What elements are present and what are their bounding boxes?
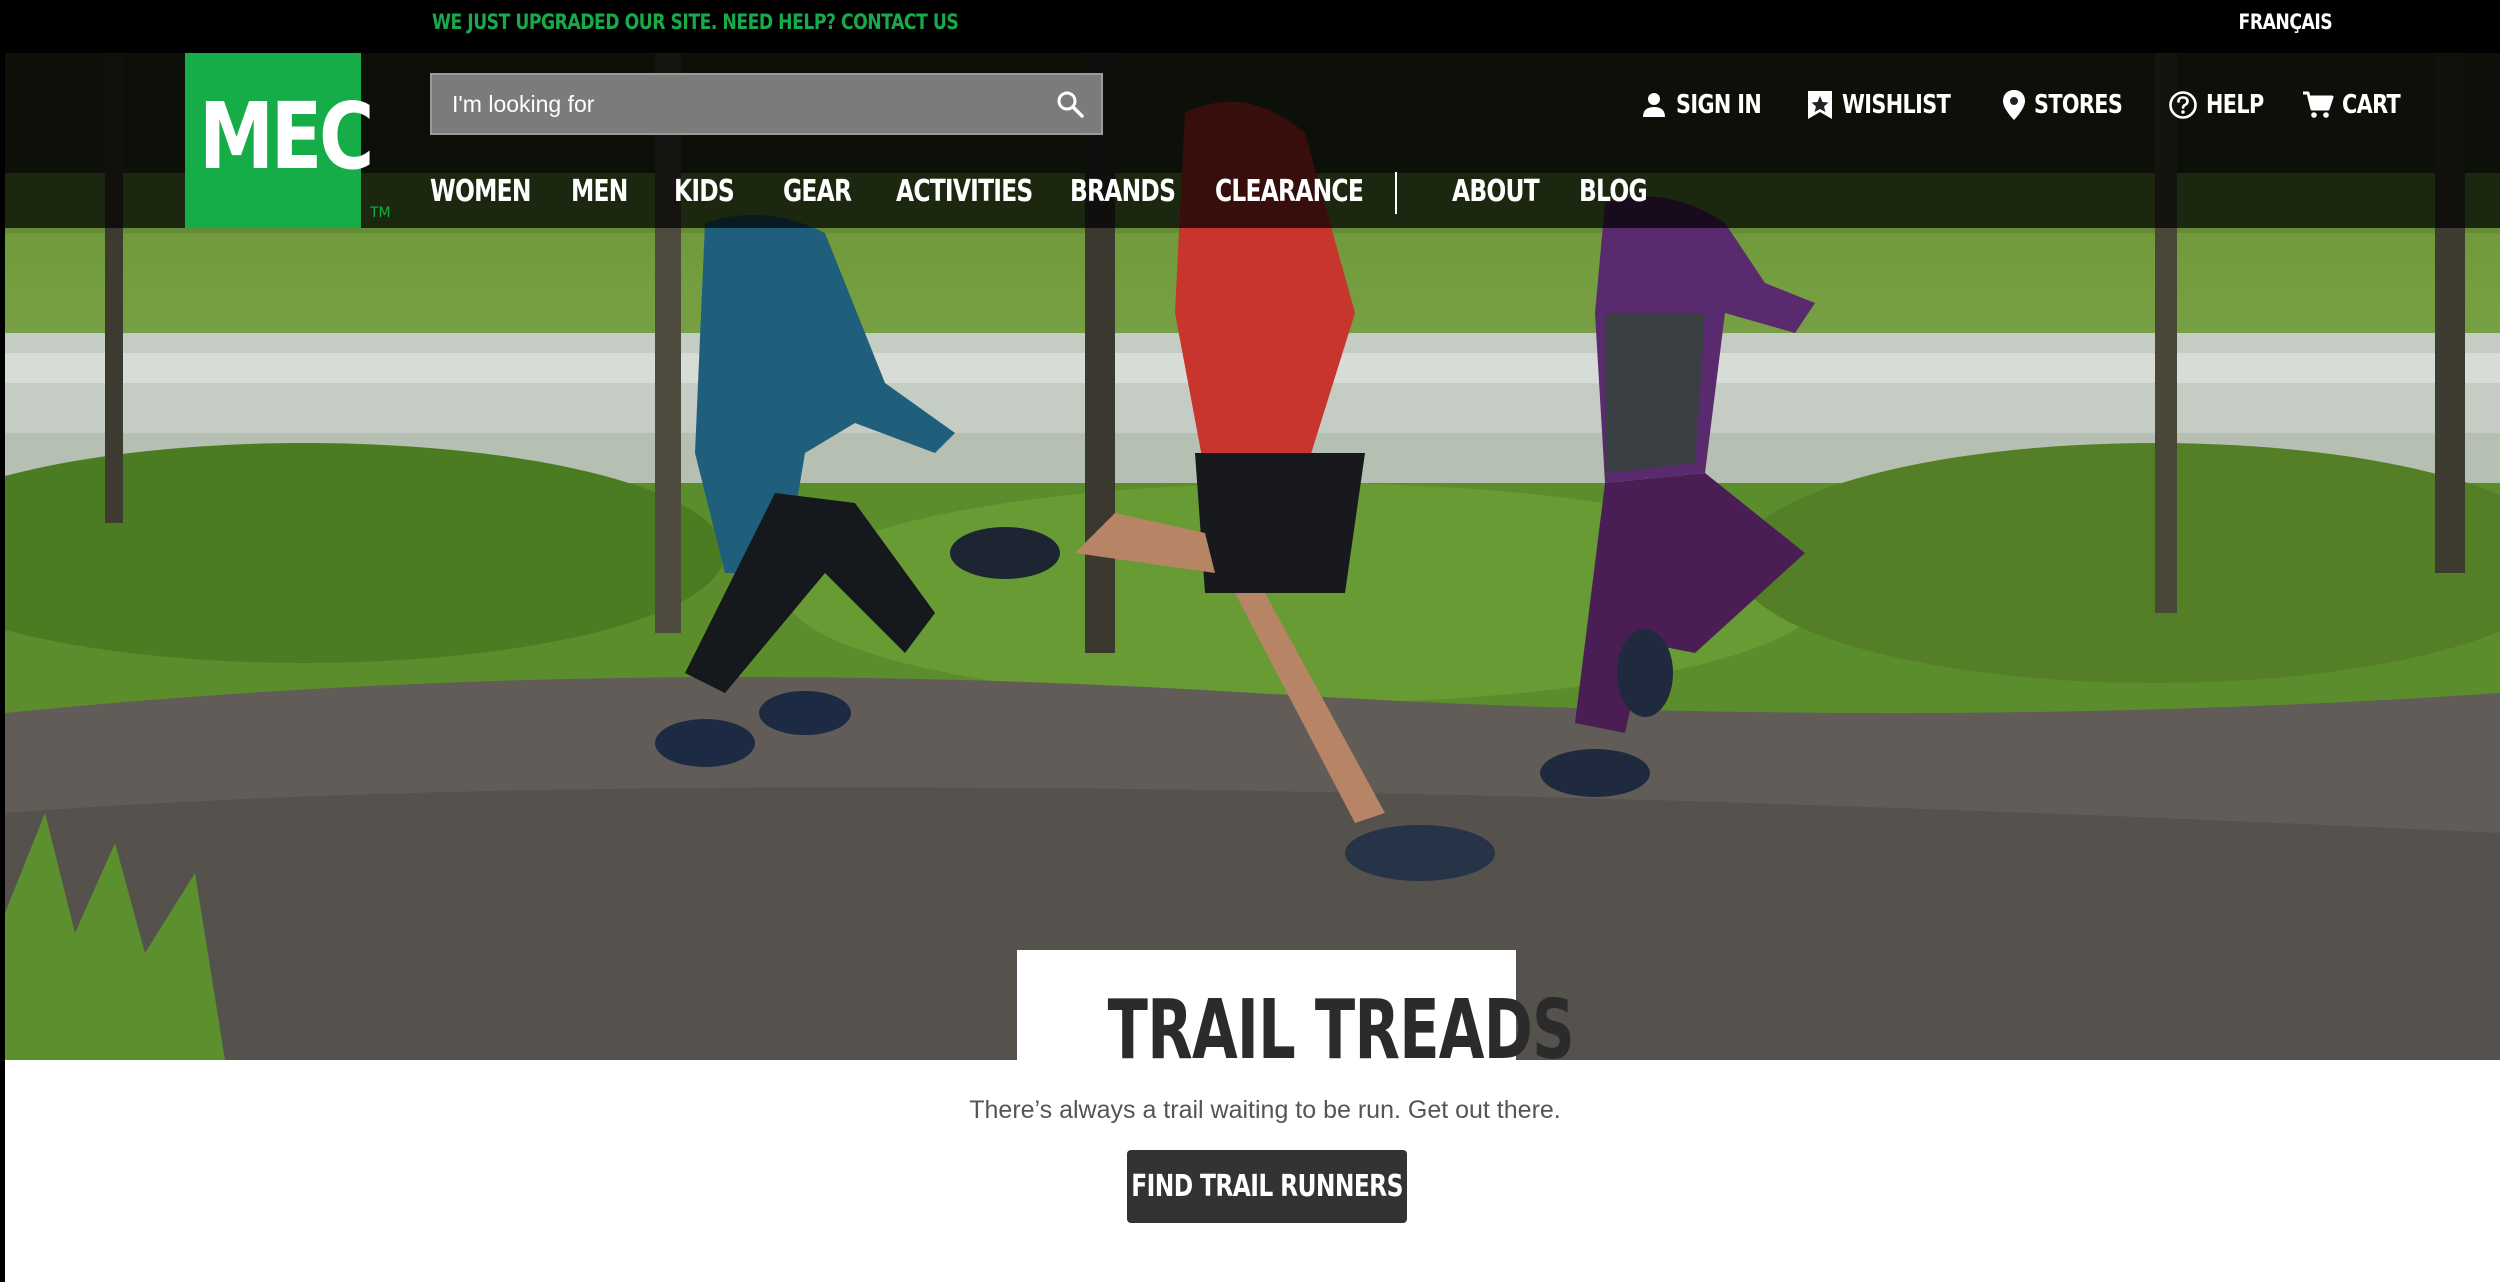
nav-women[interactable]: WOMEN [430,174,531,209]
promo-title-wrap: TRAIL TREADS [1017,990,1575,1072]
search-icon [1057,91,1084,118]
stores-link[interactable]: STORES [2002,89,2134,121]
sign-in-label: SIGN IN [1676,90,1762,120]
nav-about[interactable]: ABOUT [1452,174,1540,209]
account-utility-nav: SIGN IN WISHLIST STORES HELP CART [1640,80,2404,130]
mec-logo[interactable]: MEC [185,53,374,228]
trademark-mark: TM [370,205,391,221]
search-bar [430,73,1103,135]
help-label: HELP [2205,90,2264,120]
nav-activities[interactable]: ACTIVITIES [896,174,1033,209]
nav-kids[interactable]: KIDS [674,174,735,209]
nav-blog[interactable]: BLOG [1579,174,1648,209]
nav-clearance[interactable]: CLEARANCE [1215,174,1364,209]
search-button[interactable] [1055,89,1087,121]
cart-label: CART [2341,90,2401,120]
promo-title: TRAIL TREADS [1107,983,1575,1078]
cart-link[interactable]: CART [2302,90,2405,120]
person-icon [1643,93,1665,117]
map-pin-icon [2002,90,2025,120]
contact-us-link[interactable]: WE JUST UPGRADED OUR SITE. NEED HELP? CO… [432,10,959,34]
nav-brands[interactable]: BRANDS [1070,174,1176,209]
logo-text: MEC [199,83,374,190]
cta-label: FIND TRAIL RUNNERS [1131,1169,1403,1204]
wishlist-star-icon [1808,91,1833,119]
cart-icon [2302,91,2334,118]
wishlist-label: WISHLIST [1842,90,1951,120]
search-input[interactable] [432,75,1012,133]
promo-subtitle: There’s always a trail waiting to be run… [969,1096,1561,1124]
find-trail-runners-button[interactable]: FIND TRAIL RUNNERS [1127,1150,1407,1223]
nav-divider [1395,172,1397,214]
language-toggle-link[interactable]: FRANÇAIS [2238,10,2332,34]
question-circle-icon [2169,91,2197,119]
sign-in-link[interactable]: SIGN IN [1640,90,1772,120]
utility-bar: WE JUST UPGRADED OUR SITE. NEED HELP? CO… [0,0,2500,53]
help-link[interactable]: HELP [2168,90,2268,120]
stores-label: STORES [2033,90,2123,120]
window-edge [0,0,5,1282]
nav-men[interactable]: MEN [571,174,628,209]
page: WE JUST UPGRADED OUR SITE. NEED HELP? CO… [0,0,2500,1282]
wishlist-link[interactable]: WISHLIST [1806,89,1967,121]
nav-gear[interactable]: GEAR [783,174,852,209]
